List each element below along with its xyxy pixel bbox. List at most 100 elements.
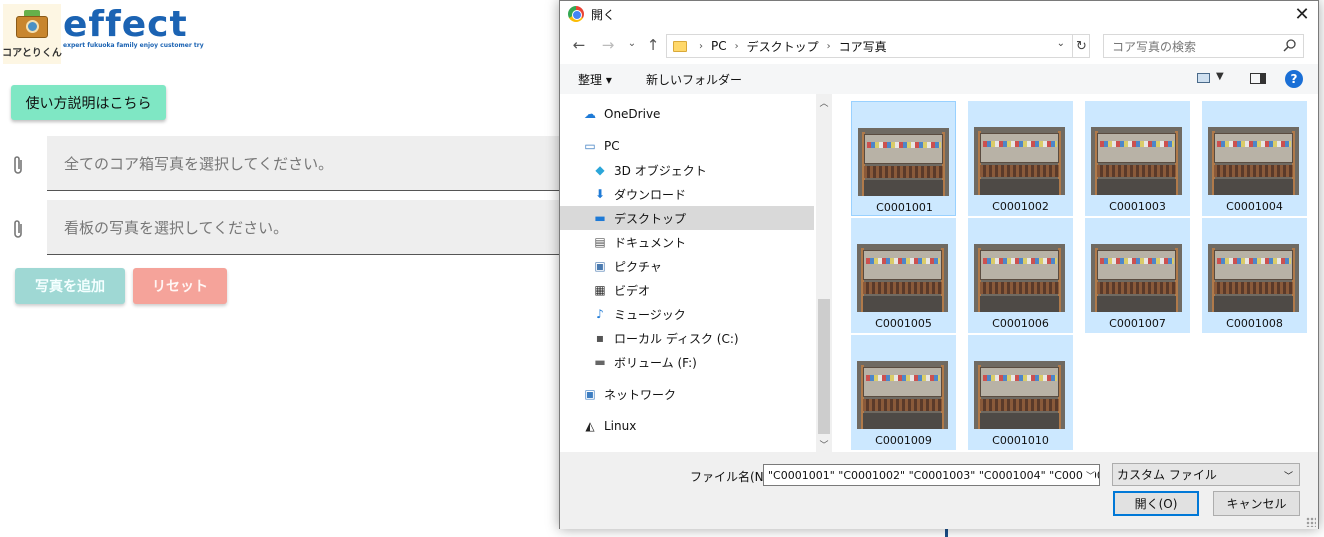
filename-input[interactable]: "C0001001" "C0001002" "C0001003" "C00010… bbox=[763, 464, 1100, 486]
cancel-button[interactable]: キャンセル bbox=[1213, 491, 1300, 516]
nav-item-label: OneDrive bbox=[604, 107, 661, 121]
file-tile[interactable]: C0001008 bbox=[1202, 218, 1307, 333]
nav-item-label: ビデオ bbox=[614, 283, 651, 298]
howto-button[interactable]: 使い方説明はこちら bbox=[11, 85, 166, 120]
forward-arrow-icon[interactable]: → bbox=[598, 36, 618, 54]
view-dropdown-icon[interactable]: ▼ bbox=[1216, 71, 1224, 82]
file-tile[interactable]: C0001002 bbox=[968, 101, 1073, 216]
network-icon: ▣ bbox=[584, 387, 596, 401]
nav-item[interactable]: ▦ ビデオ bbox=[560, 278, 814, 302]
nav-item[interactable]: ▪ ローカル ディスク (C:) bbox=[560, 326, 814, 350]
file-tile[interactable]: C0001006 bbox=[968, 218, 1073, 333]
photo-thumbnail bbox=[857, 244, 948, 312]
file-tile[interactable]: C0001005 bbox=[851, 218, 956, 333]
photo-thumbnail bbox=[857, 361, 948, 429]
nav-item[interactable]: ▭ PC bbox=[560, 134, 814, 158]
nav-item-label: ローカル ディスク (C:) bbox=[614, 331, 739, 346]
photo-thumbnail bbox=[1091, 127, 1182, 195]
photo-thumbnail bbox=[1208, 244, 1299, 312]
nav-item[interactable]: ◆ 3D オブジェクト bbox=[560, 158, 814, 182]
file-open-dialog: 開く ✕ ← → ⌄ ↑ › PC › デスクトップ › コア写真 ⌄ ↻ コア… bbox=[559, 0, 1319, 529]
file-tile[interactable]: C0001004 bbox=[1202, 101, 1307, 216]
refresh-icon[interactable]: ↻ bbox=[1072, 34, 1090, 58]
paperclip-icon bbox=[14, 156, 22, 174]
chrome-icon bbox=[568, 6, 584, 22]
nav-item-label: ピクチャ bbox=[614, 259, 662, 274]
scroll-up-icon[interactable]: ︿ bbox=[816, 94, 832, 110]
disk-icon: ▪ bbox=[595, 331, 605, 345]
close-button[interactable]: ✕ bbox=[1288, 2, 1316, 26]
nav-item[interactable]: ▬ デスクトップ bbox=[560, 206, 814, 230]
file-tile[interactable]: C0001007 bbox=[1085, 218, 1190, 333]
resize-grip-icon[interactable] bbox=[1306, 517, 1316, 527]
file-list: C0001001 C0001002 C0001003 C0001004 C0001005… bbox=[835, 94, 1318, 452]
filetype-select[interactable]: カスタム ファイル ﹀ bbox=[1112, 463, 1300, 486]
file-tile[interactable]: C0001001 bbox=[851, 101, 956, 216]
address-dropdown-icon[interactable]: ⌄ bbox=[1057, 38, 1065, 49]
nav-item-label: ダウンロード bbox=[614, 187, 687, 202]
logo: コアとりくん bbox=[2, 4, 62, 64]
reset-button[interactable]: リセット bbox=[133, 268, 227, 304]
navigation-scrollbar[interactable]: ︿ ﹀ bbox=[816, 94, 832, 452]
nav-item[interactable]: ◭ Linux bbox=[560, 414, 814, 438]
scrollbar-thumb[interactable] bbox=[818, 299, 830, 434]
nav-item[interactable]: ♪ ミュージック bbox=[560, 302, 814, 326]
filename-label: ファイル名(N): bbox=[690, 470, 773, 484]
nav-item-label: デスクトップ bbox=[614, 211, 687, 226]
nav-item[interactable]: ▤ ドキュメント bbox=[560, 230, 814, 254]
linux-icon: ◭ bbox=[585, 419, 595, 433]
drive-icon: ▬ bbox=[594, 355, 606, 369]
nav-item-label: Linux bbox=[604, 419, 637, 433]
filename-value: "C0001001" "C0001002" "C0001003" "C00010… bbox=[768, 468, 1100, 482]
signboard-photo-file-row: 看板の写真を選択してください。 bbox=[0, 200, 567, 256]
signboard-photo-file-field[interactable]: 看板の写真を選択してください。 bbox=[47, 200, 567, 255]
dialog-footer: ファイル名(N): "C0001001" "C0001002" "C000100… bbox=[560, 452, 1318, 529]
filetype-value: カスタム ファイル bbox=[1117, 468, 1217, 482]
file-tile[interactable]: C0001010 bbox=[968, 335, 1073, 450]
nav-item[interactable]: ▣ ピクチャ bbox=[560, 254, 814, 278]
computer-icon: ▭ bbox=[584, 139, 596, 153]
file-name: C0001002 bbox=[992, 200, 1049, 213]
nav-item-label: ボリューム (F:) bbox=[614, 355, 697, 370]
search-icon bbox=[1283, 39, 1296, 52]
file-tile[interactable]: C0001003 bbox=[1085, 101, 1190, 216]
up-arrow-icon[interactable]: ↑ bbox=[643, 36, 663, 54]
photo-thumbnail bbox=[1091, 244, 1182, 312]
add-photo-button[interactable]: 写真を追加 bbox=[15, 268, 125, 304]
new-folder-button[interactable]: 新しいフォルダー bbox=[646, 71, 742, 88]
organize-menu[interactable]: 整理 ▾ bbox=[578, 71, 612, 88]
back-arrow-icon[interactable]: ← bbox=[569, 36, 589, 54]
download-icon: ⬇ bbox=[594, 187, 606, 201]
view-options-icon[interactable] bbox=[1197, 73, 1210, 83]
nav-item[interactable]: ▬ ボリューム (F:) bbox=[560, 350, 814, 374]
photo-thumbnail bbox=[974, 244, 1065, 312]
search-input[interactable]: コア写真の検索 bbox=[1103, 34, 1304, 58]
help-icon[interactable]: ? bbox=[1285, 70, 1303, 88]
file-name: C0001001 bbox=[876, 201, 933, 214]
file-tile[interactable]: C0001009 bbox=[851, 335, 956, 450]
camera-logo-icon bbox=[14, 10, 50, 40]
scroll-down-icon[interactable]: ﹀ bbox=[816, 436, 832, 452]
open-button[interactable]: 開く(O) bbox=[1113, 491, 1199, 516]
brand: effect expert fukuoka family enjoy custo… bbox=[63, 6, 204, 50]
file-name: C0001006 bbox=[992, 317, 1049, 330]
file-name: C0001009 bbox=[875, 434, 932, 447]
nav-item[interactable]: ▣ ネットワーク bbox=[560, 382, 814, 406]
paperclip-icon bbox=[14, 220, 22, 238]
preview-pane-icon[interactable] bbox=[1250, 73, 1266, 84]
breadcrumb-pc[interactable]: PC bbox=[711, 39, 727, 53]
dialog-title: 開く bbox=[591, 8, 616, 22]
address-bar[interactable]: › PC › デスクトップ › コア写真 ⌄ bbox=[666, 34, 1090, 58]
nav-item[interactable]: ☁ OneDrive bbox=[560, 102, 814, 126]
cube-icon: ◆ bbox=[595, 163, 605, 177]
filename-dropdown-icon[interactable]: ﹀ bbox=[1082, 469, 1095, 482]
breadcrumb-desktop[interactable]: デスクトップ bbox=[747, 38, 819, 55]
nav-item[interactable]: ⬇ ダウンロード bbox=[560, 182, 814, 206]
core-photo-file-field[interactable]: 全てのコア箱写真を選択してください。 bbox=[47, 136, 567, 191]
command-bar: 整理 ▾ 新しいフォルダー ▼ ? bbox=[560, 64, 1318, 94]
music-icon: ♪ bbox=[596, 307, 604, 321]
recent-locations-chevron-icon[interactable]: ⌄ bbox=[622, 38, 642, 49]
document-icon: ▤ bbox=[594, 235, 606, 249]
chevron-down-icon: ﹀ bbox=[1283, 472, 1293, 482]
breadcrumb-core-photos[interactable]: コア写真 bbox=[839, 38, 887, 55]
